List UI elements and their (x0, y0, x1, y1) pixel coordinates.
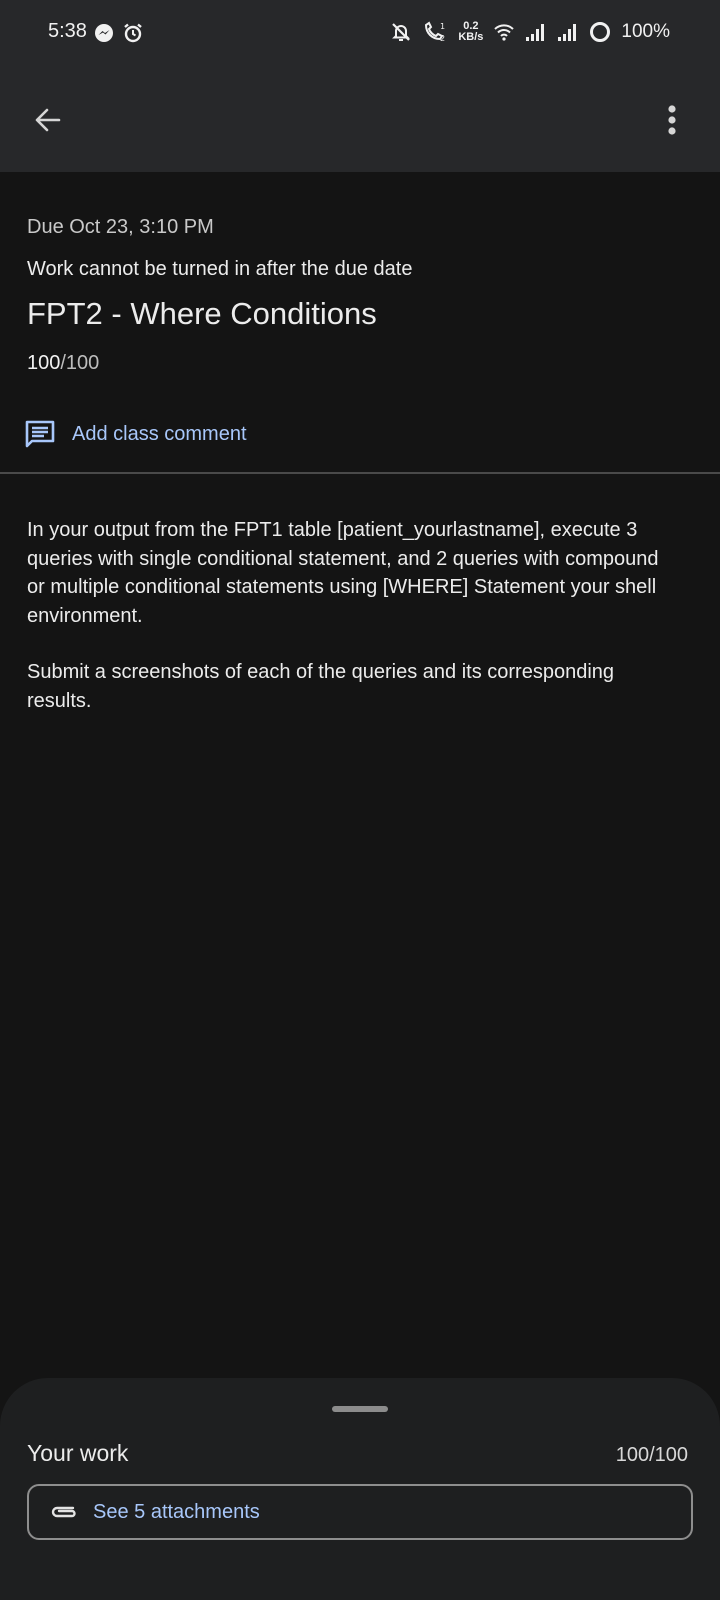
status-bar: 5:38 1 2 0.2 KB/s 100% (0, 0, 720, 64)
svg-text:1: 1 (440, 22, 445, 31)
data-rate-unit: KB/s (458, 31, 484, 43)
add-class-comment-label: Add class comment (72, 422, 247, 445)
volte-call-icon: 1 2 (425, 21, 445, 43)
see-attachments-label: See 5 attachments (93, 1500, 260, 1523)
silent-bell-icon (392, 23, 411, 41)
assignment-title: FPT2 - Where Conditions (27, 296, 377, 331)
battery-ring-icon (590, 22, 611, 42)
wifi-icon (494, 24, 515, 41)
more-vert-icon (668, 105, 676, 135)
status-icons: 1 2 0.2 KB/s 100% (390, 18, 670, 46)
grade-earned: 100 (27, 352, 61, 374)
due-date: Due Oct 23, 3:10 PM (27, 216, 214, 238)
your-work-sheet[interactable]: Your work 100/100 See 5 attachments (0, 1378, 720, 1600)
signal-icon-1 (526, 24, 545, 41)
your-work-label: Your work (27, 1440, 129, 1466)
more-options-button[interactable] (652, 96, 692, 144)
assignment-description: In your output from the FPT1 table [pati… (27, 516, 677, 715)
attachment-icon (51, 1506, 76, 1518)
top-app-bar: 5:38 1 2 0.2 KB/s 100% (0, 0, 720, 172)
add-class-comment-button[interactable]: Add class comment (24, 414, 247, 454)
svg-text:2: 2 (440, 34, 445, 43)
your-work-grade: 100/100 (615, 1444, 688, 1466)
divider (0, 472, 720, 474)
arrow-back-icon (35, 108, 61, 132)
drag-handle[interactable] (332, 1406, 388, 1412)
see-attachments-button[interactable]: See 5 attachments (27, 1484, 693, 1540)
late-notice: Work cannot be turned in after the due d… (27, 258, 413, 280)
status-time: 5:38 (48, 20, 87, 42)
alarm-icon (124, 23, 142, 43)
battery-percent: 100% (621, 21, 670, 42)
description-paragraph: Submit a screenshots of each of the quer… (27, 661, 615, 712)
data-rate: 0.2 KB/s (458, 21, 483, 43)
description-paragraph: In your output from the FPT1 table [pati… (27, 519, 659, 627)
assignment-grade: 100/100 (27, 352, 99, 375)
grade-total: /100 (60, 352, 100, 374)
messenger-icon (95, 24, 113, 42)
back-button[interactable] (24, 96, 72, 144)
signal-icon-2 (558, 24, 577, 41)
comment-icon (25, 420, 55, 448)
